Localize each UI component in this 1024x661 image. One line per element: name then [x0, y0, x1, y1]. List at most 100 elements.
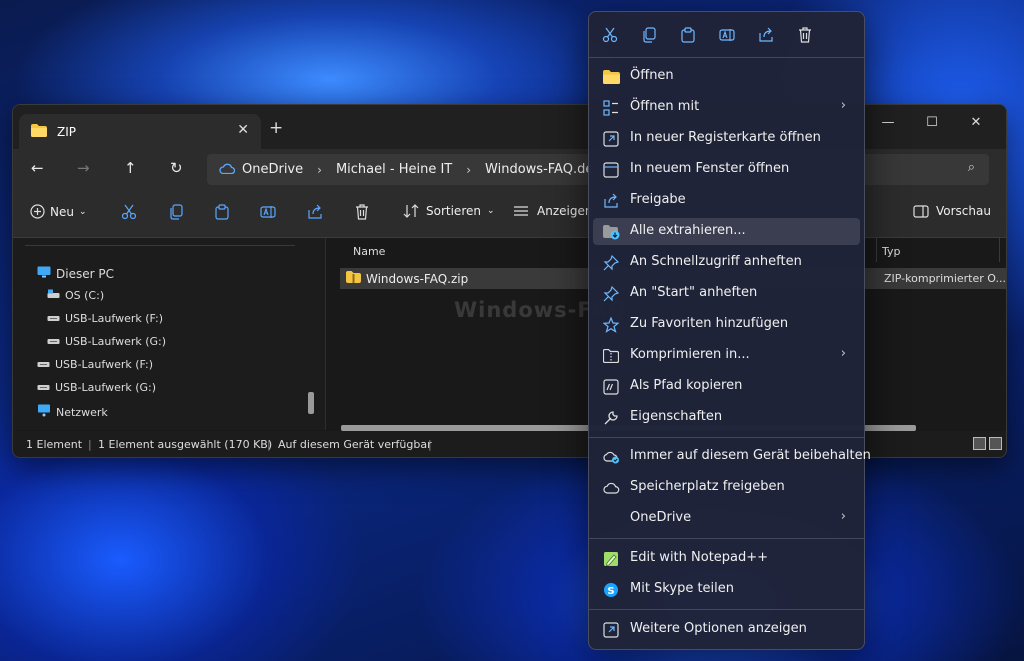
menu-item-skype[interactable]: S Mit Skype teilen [593, 576, 860, 603]
chevron-down-icon: ⌄ [78, 206, 87, 217]
maximize-icon[interactable]: ☐ [910, 109, 954, 135]
menu-item-komprimieren[interactable]: Komprimieren in... › [593, 342, 860, 369]
menu-item-label: In neuem Fenster öffnen [630, 161, 790, 176]
share-icon [307, 204, 323, 220]
menu-item-notepad[interactable]: Edit with Notepad++ [593, 545, 860, 572]
nav-item-usb-f[interactable]: USB-Laufwerk (F:) [47, 312, 163, 325]
zip-folder-icon [346, 271, 361, 286]
forward-arrow-icon[interactable]: → [77, 159, 90, 177]
pin-icon [602, 254, 620, 272]
menu-item-eigenschaften[interactable]: Eigenschaften [593, 404, 860, 431]
back-arrow-icon[interactable]: ← [31, 159, 44, 177]
nav-label: USB-Laufwerk (F:) [65, 312, 163, 325]
menu-item-schnellzugriff[interactable]: An Schnellzugriff anheften [593, 249, 860, 276]
menu-item-oeffnen-mit[interactable]: Öffnen mit › [593, 94, 860, 121]
menu-item-neues-fenster[interactable]: In neuem Fenster öffnen [593, 156, 860, 183]
breadcrumb-windows-faq[interactable]: Windows-FAQ.de [485, 162, 593, 177]
breadcrumb-michael-heine-it[interactable]: Michael - Heine IT [336, 162, 452, 177]
status-divider: | [88, 438, 92, 451]
up-arrow-icon[interactable]: ↑ [124, 159, 137, 177]
view-button[interactable]: Anzeigen [513, 204, 592, 218]
menu-item-label: OneDrive [630, 510, 692, 525]
new-label: Neu [50, 204, 74, 219]
nav-label: Netzwerk [56, 405, 108, 419]
menu-item-an-start-anheften[interactable]: An "Start" anheften [593, 280, 860, 307]
new-button[interactable]: Neu ⌄ [30, 204, 87, 219]
menu-item-label: An "Start" anheften [630, 285, 758, 300]
cut-icon [121, 204, 137, 220]
copy-icon[interactable] [638, 24, 660, 46]
rename-button[interactable] [260, 204, 276, 220]
menu-item-label: An Schnellzugriff anheften [630, 254, 802, 269]
view-list-icon [513, 205, 529, 217]
sort-button[interactable]: Sortieren ⌄ [403, 204, 495, 218]
new-tab-icon[interactable]: + [269, 118, 283, 138]
view-label: Anzeigen [537, 204, 593, 218]
details-view-icon[interactable] [973, 437, 986, 450]
cut-button[interactable] [121, 204, 137, 220]
menu-item-label: Alle extrahieren... [630, 223, 746, 238]
close-tab-icon[interactable]: ✕ [237, 122, 249, 138]
column-divider[interactable] [999, 238, 1000, 262]
column-header-name[interactable]: Name [353, 245, 385, 258]
tiles-view-icon[interactable] [989, 437, 1002, 450]
status-item-count: 1 Element [26, 438, 83, 451]
menu-item-freigabe[interactable]: Freigabe [593, 187, 860, 214]
menu-item-label: Speicherplatz freigeben [630, 479, 785, 494]
search-icon[interactable]: ⌕ [968, 160, 975, 175]
preview-button[interactable]: Vorschau [913, 204, 991, 218]
copy-path-icon [602, 378, 620, 396]
plus-circle-icon [30, 204, 45, 219]
nav-item-usb-g[interactable]: USB-Laufwerk (G:) [47, 335, 166, 348]
menu-item-label: Als Pfad kopieren [630, 378, 743, 393]
breadcrumb-onedrive[interactable]: OneDrive [242, 162, 303, 177]
preview-pane-icon [913, 204, 929, 218]
pin-start-icon [602, 285, 620, 303]
share-button[interactable] [307, 204, 323, 220]
menu-item-speicherplatz[interactable]: Speicherplatz freigeben [593, 474, 860, 501]
rename-icon[interactable] [716, 24, 738, 46]
menu-item-favoriten[interactable]: Zu Favoriten hinzufügen [593, 311, 860, 338]
cloud-keep-icon [602, 448, 620, 466]
delete-button[interactable] [354, 204, 370, 220]
share-icon[interactable] [755, 24, 777, 46]
column-divider[interactable] [876, 238, 877, 262]
tab-zip[interactable]: ZIP ✕ [19, 114, 261, 149]
copy-button[interactable] [168, 204, 184, 220]
nav-item-usb-f-root[interactable]: USB-Laufwerk (F:) [37, 358, 153, 371]
delete-icon[interactable] [794, 24, 816, 46]
skype-icon: S [602, 581, 620, 599]
menu-item-weitere-optionen[interactable]: Weitere Optionen anzeigen [593, 616, 860, 643]
menu-item-oeffnen[interactable]: Öffnen [593, 63, 860, 90]
usb-drive-icon [37, 381, 50, 394]
cut-icon[interactable] [599, 24, 621, 46]
close-window-icon[interactable]: ✕ [954, 109, 998, 135]
menu-item-immer-beibehalten[interactable]: Immer auf diesem Gerät beibehalten [593, 443, 871, 470]
menu-item-alle-extrahieren[interactable]: Alle extrahieren... [593, 218, 860, 245]
paste-icon[interactable] [677, 24, 699, 46]
menu-item-label: Öffnen [630, 68, 674, 83]
status-divider: | [267, 438, 271, 451]
nav-item-dieser-pc[interactable]: Dieser PC [37, 266, 114, 281]
menu-item-onedrive[interactable]: OneDrive › [593, 505, 860, 532]
minimize-icon[interactable]: — [866, 109, 910, 135]
menu-item-neue-registerkarte[interactable]: In neuer Registerkarte öffnen [593, 125, 860, 152]
paste-button[interactable] [214, 204, 230, 220]
preview-label: Vorschau [936, 204, 991, 218]
menu-item-label: Komprimieren in... [630, 347, 750, 362]
chevron-right-icon: › [840, 346, 846, 361]
nav-item-netzwerk[interactable]: Netzwerk [37, 404, 108, 420]
menu-item-als-pfad-kopieren[interactable]: Als Pfad kopieren [593, 373, 860, 400]
file-type: ZIP-komprimierter O... [884, 272, 1006, 285]
menu-item-label: Edit with Notepad++ [630, 550, 769, 565]
refresh-icon[interactable]: ↻ [170, 159, 183, 177]
context-menu: Öffnen Öffnen mit › In neuer Registerkar… [588, 11, 871, 650]
folder-icon [602, 68, 620, 86]
nav-item-os-c[interactable]: OS (C:) [47, 289, 104, 302]
nav-label: USB-Laufwerk (F:) [55, 358, 153, 371]
nav-item-usb-g-root[interactable]: USB-Laufwerk (G:) [37, 381, 156, 394]
file-name-cell: Windows-FAQ.zip [346, 271, 468, 286]
nav-scrollbar[interactable] [308, 392, 314, 414]
view-toggle [970, 437, 1002, 450]
column-header-type[interactable]: Typ [882, 245, 901, 258]
